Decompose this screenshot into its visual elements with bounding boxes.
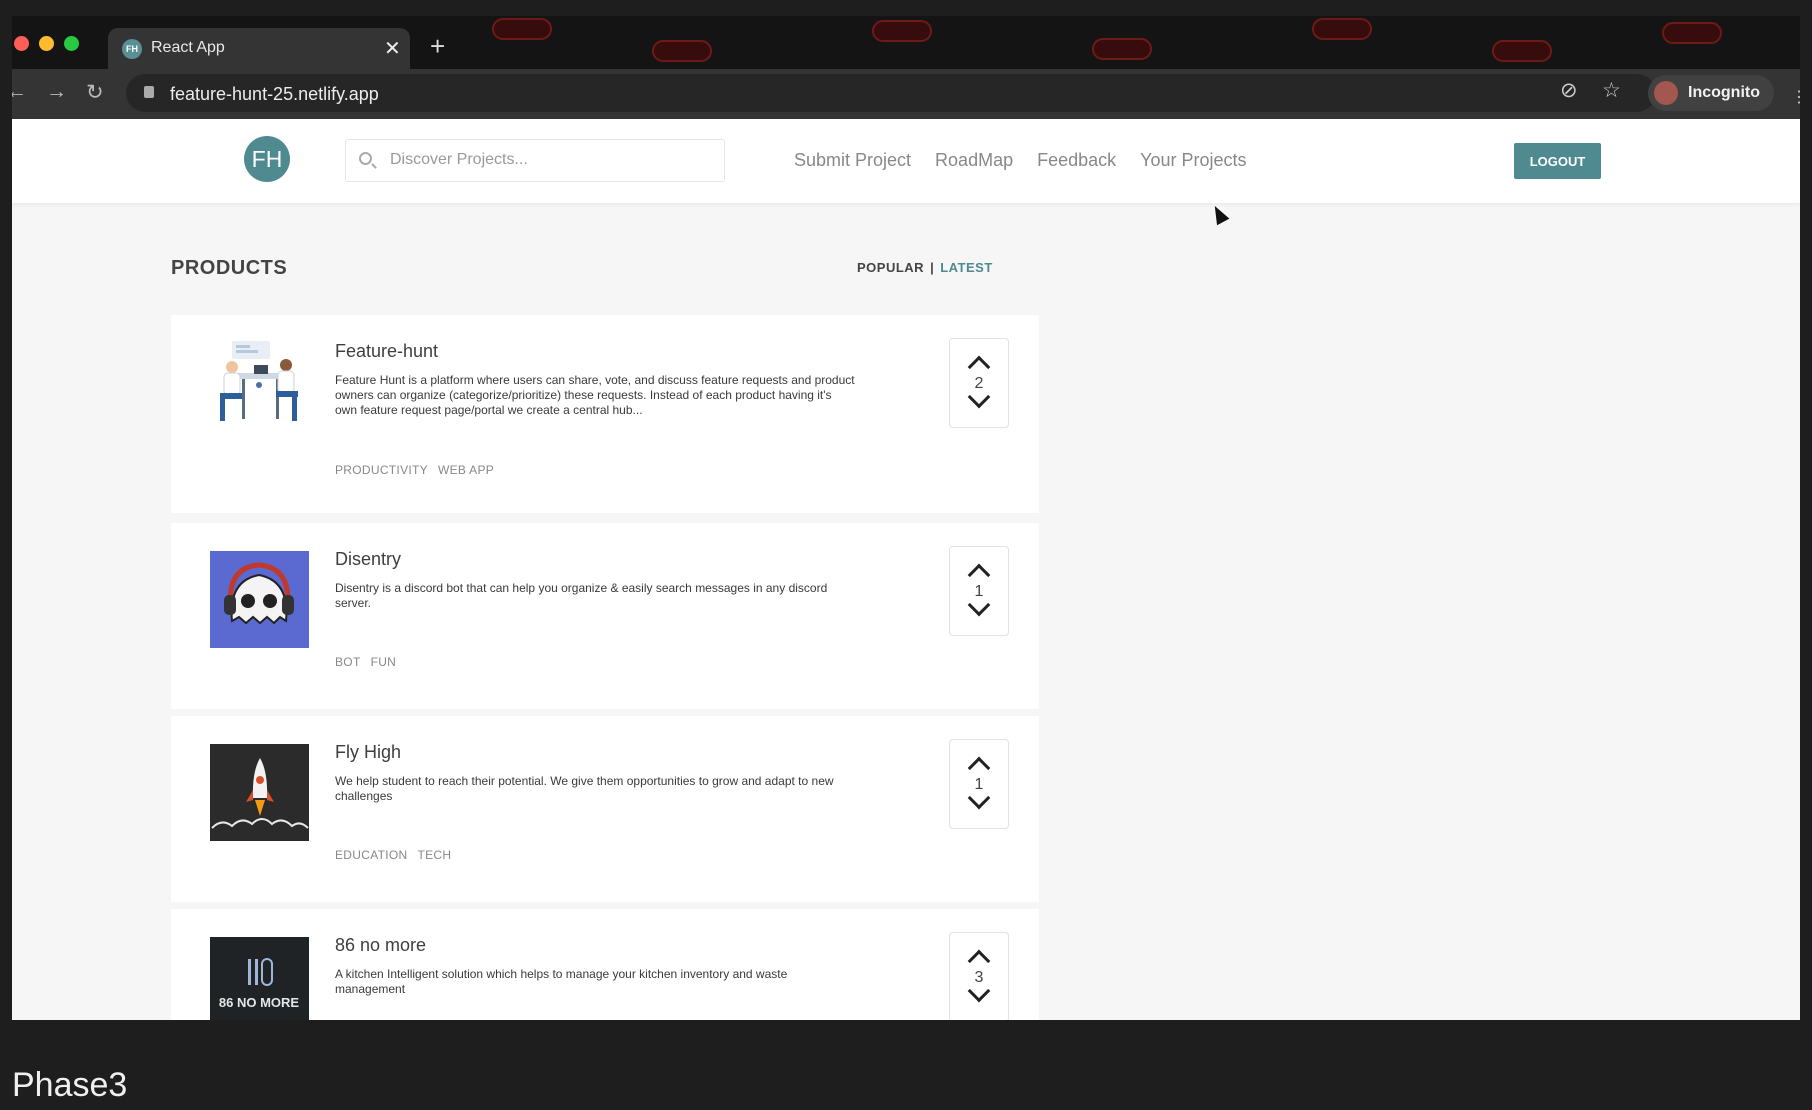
minimize-window-button[interactable] [39, 36, 54, 51]
browser-toolbar: ← → ↻ feature-hunt-25.netlify.app ⊘ ☆ In… [12, 69, 1800, 119]
product-tags: EDUCATION TECH [335, 848, 451, 862]
sort-toggle: POPULAR | LATEST [857, 260, 993, 275]
86-no-more-logo-icon: 86 NO MORE [210, 937, 309, 1020]
incognito-label: Incognito [1688, 84, 1760, 101]
product-name[interactable]: Feature-hunt [335, 341, 438, 362]
86-no-more-logo-text: 86 NO MORE [219, 995, 300, 1010]
favicon-icon: FH [122, 39, 142, 59]
people-meeting-illustration-icon [210, 335, 309, 432]
nav-submit-project[interactable]: Submit Project [794, 150, 911, 171]
reload-icon[interactable]: ↻ [86, 80, 104, 105]
product-tag[interactable]: BOT [335, 655, 361, 669]
background-cloud-decoration [1092, 38, 1152, 60]
product-tag[interactable]: EDUCATION [335, 848, 407, 862]
background-cloud-decoration [1492, 40, 1552, 62]
video-caption: Phase3 [12, 1066, 128, 1104]
product-name[interactable]: Disentry [335, 549, 401, 570]
products-heading: PRODUCTS [171, 257, 288, 279]
product-tags: PRODUCTIVITY WEB APP [335, 463, 494, 477]
lock-icon [144, 86, 154, 98]
tab-title: React App [151, 39, 225, 56]
search-input[interactable] [390, 151, 710, 169]
product-description: Feature Hunt is a platform where users c… [335, 373, 855, 417]
browser-window: FH React App ✕ + ← → ↻ feature-hunt-25.n… [12, 16, 1800, 1020]
incognito-profile-button[interactable]: Incognito [1648, 75, 1774, 111]
product-card[interactable]: Fly High We help student to reach their … [171, 716, 1039, 902]
sort-popular-link[interactable]: POPULAR [857, 260, 924, 275]
product-name[interactable]: Fly High [335, 742, 401, 763]
product-tag[interactable]: TECH [417, 848, 451, 862]
search-box[interactable] [345, 139, 725, 182]
search-icon [359, 152, 372, 165]
web-page: FH Submit Project RoadMap Feedback Your … [12, 119, 1800, 1020]
nav-feedback[interactable]: Feedback [1037, 150, 1116, 171]
background-cloud-decoration [1312, 18, 1372, 40]
product-description: Disentry is a discord bot that can help … [335, 581, 828, 610]
product-description: We help student to reach their potential… [335, 774, 834, 803]
logout-button[interactable]: LOGOUT [1514, 143, 1601, 179]
tab-close-icon[interactable]: ✕ [384, 36, 401, 61]
browser-menu-icon[interactable]: ⋮ [1791, 87, 1800, 107]
close-window-button[interactable] [14, 36, 29, 51]
new-tab-icon[interactable]: + [430, 33, 445, 59]
star-bookmark-icon[interactable]: ☆ [1602, 78, 1621, 103]
sort-separator: | [930, 260, 935, 275]
product-tags: BOT FUN [335, 655, 396, 669]
product-card[interactable]: 86 NO MORE 86 no more A kitchen Intellig… [171, 909, 1039, 1020]
eye-off-icon[interactable]: ⊘ [1560, 78, 1578, 103]
nav-your-projects[interactable]: Your Projects [1140, 150, 1246, 171]
incognito-avatar-icon [1654, 81, 1678, 105]
ghost-headphones-logo-icon [210, 551, 309, 648]
background-cloud-decoration [652, 40, 712, 62]
rocket-logo-icon [210, 744, 309, 841]
vote-widget: 3 [949, 932, 1009, 1020]
vote-widget: 1 [949, 546, 1009, 636]
vote-widget: 1 [949, 739, 1009, 829]
forward-arrow-icon[interactable]: → [46, 80, 67, 104]
background-cloud-decoration [1662, 22, 1722, 44]
address-url: feature-hunt-25.netlify.app [170, 84, 379, 104]
product-name[interactable]: 86 no more [335, 935, 426, 956]
main-nav: Submit Project RoadMap Feedback Your Pro… [794, 150, 1247, 171]
browser-tab[interactable]: FH React App ✕ [108, 28, 410, 69]
product-card[interactable]: Disentry Disentry is a discord bot that … [171, 523, 1039, 709]
background-cloud-decoration [872, 20, 932, 42]
background-cloud-decoration [492, 18, 552, 40]
app-header: FH Submit Project RoadMap Feedback Your … [12, 119, 1800, 203]
vote-widget: 2 [949, 338, 1009, 428]
back-arrow-icon[interactable]: ← [12, 80, 27, 104]
maximize-window-button[interactable] [64, 36, 79, 51]
product-tag[interactable]: PRODUCTIVITY [335, 463, 428, 477]
window-controls [14, 36, 79, 51]
fh-logo[interactable]: FH [244, 136, 290, 182]
product-tag[interactable]: FUN [371, 655, 397, 669]
product-tag[interactable]: WEB APP [438, 463, 494, 477]
address-bar[interactable]: feature-hunt-25.netlify.app [126, 74, 1656, 112]
sort-latest-link[interactable]: LATEST [940, 260, 993, 275]
product-description: A kitchen Intelligent solution which hel… [335, 967, 788, 996]
mouse-cursor-icon [1208, 202, 1230, 226]
product-card[interactable]: Feature-hunt Feature Hunt is a platform … [171, 315, 1039, 513]
nav-roadmap[interactable]: RoadMap [935, 150, 1013, 171]
tab-strip: FH React App ✕ + [12, 16, 1800, 69]
